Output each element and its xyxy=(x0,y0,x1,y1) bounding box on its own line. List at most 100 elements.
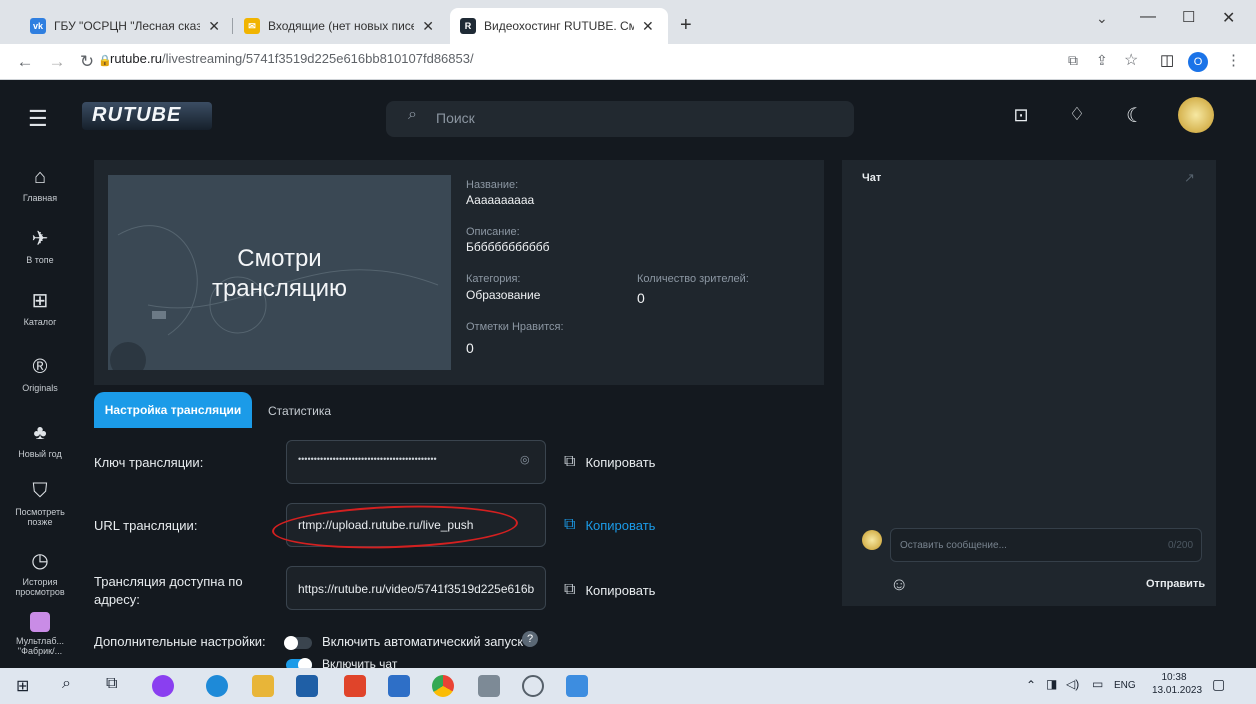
user-avatar[interactable] xyxy=(1178,97,1214,133)
logo-text: RUTUBE xyxy=(92,104,182,126)
tab-title: Входящие (нет новых писем) — xyxy=(268,19,415,33)
viewers-label: Количество зрителей: xyxy=(637,273,749,285)
browser-tab-2[interactable]: ✉ Входящие (нет новых писем) — ✕ xyxy=(234,8,444,44)
profile-avatar[interactable]: O xyxy=(1188,52,1208,72)
emoji-icon[interactable]: ☺ xyxy=(890,574,908,595)
new-tab-icon[interactable]: + xyxy=(680,14,692,37)
copy-address-button[interactable]: ⧉ Копировать xyxy=(564,581,655,599)
paint-icon[interactable] xyxy=(478,675,500,697)
stream-address-value: https://rutube.ru/video/5741f3519d225e61… xyxy=(298,582,535,596)
sidebar-item-originals[interactable]: ® Originals xyxy=(0,356,80,393)
copy-url-button[interactable]: ⧉ Копировать xyxy=(564,516,655,534)
poster-line-1: Смотри xyxy=(237,245,322,272)
copy-label: Копировать xyxy=(585,454,656,470)
sidebar-item-label: История просмотров xyxy=(15,577,65,597)
copy-label: Копировать xyxy=(585,517,656,533)
notifications-icon[interactable]: ▢ xyxy=(1212,676,1225,693)
name-label: Название: xyxy=(466,179,519,191)
sidebar-item-channel[interactable]: Мультлаб... "Фабрик/... xyxy=(0,612,80,656)
circle-app-icon[interactable] xyxy=(522,675,544,697)
menu-dots-icon[interactable]: ⋮ xyxy=(1226,51,1241,69)
copy-key-button[interactable]: ⧉ Копировать xyxy=(564,453,655,471)
volume-icon[interactable]: ◁) xyxy=(1066,677,1079,691)
clock[interactable]: 10:38 13.01.2023 xyxy=(1152,671,1203,697)
side-panel-icon[interactable]: ◫ xyxy=(1160,51,1174,69)
close-icon[interactable]: ✕ xyxy=(422,18,434,35)
sidebar-item-trending[interactable]: ✈ В топе xyxy=(0,226,80,265)
sidebar-item-label: Новый год xyxy=(18,449,62,459)
network-icon[interactable]: ◨ xyxy=(1046,677,1057,691)
description-label: Описание: xyxy=(466,226,520,238)
tab-search-icon[interactable]: ⌄ xyxy=(1096,10,1108,27)
rutube-logo[interactable]: RUTUBE xyxy=(82,98,222,134)
photos-icon[interactable] xyxy=(566,675,588,697)
minimize-icon[interactable]: — xyxy=(1140,8,1156,26)
forward-icon[interactable]: → xyxy=(46,52,68,72)
vk-icon: vk xyxy=(30,18,46,34)
search-icon: ⌕ xyxy=(408,106,417,123)
stream-url-label: URL трансляции: xyxy=(94,518,198,533)
alice-icon[interactable] xyxy=(152,675,174,697)
url-host: rutube.ru xyxy=(110,51,163,66)
task-view-icon[interactable]: ⧉ xyxy=(106,675,117,693)
explorer-icon[interactable] xyxy=(252,675,274,697)
rocket-icon: ✈ xyxy=(31,228,49,250)
chrome-icon[interactable] xyxy=(432,675,454,697)
sidebar-item-label: Каталог xyxy=(23,317,57,327)
sidebar-item-new-year[interactable]: ♣ Новый год xyxy=(0,422,80,459)
chat-title: Чат xyxy=(862,172,882,184)
tab-statistics[interactable]: Статистика xyxy=(268,404,331,418)
bookmark-star-icon[interactable]: ☆ xyxy=(1124,50,1138,70)
sidebar-item-catalog[interactable]: ⊞ Каталог xyxy=(0,288,80,327)
store-icon[interactable] xyxy=(296,675,318,697)
sidebar-item-watch-later[interactable]: ⛉ Посмотреть позже xyxy=(0,480,80,527)
close-icon[interactable]: ✕ xyxy=(208,18,220,35)
maximize-icon[interactable]: ☐ xyxy=(1182,8,1195,26)
reload-icon[interactable]: ↻ xyxy=(76,52,98,72)
browser-tab-1[interactable]: vk ГБУ "ОСРЦН "Лесная сказка" (г ✕ xyxy=(20,8,230,44)
back-icon[interactable]: ← xyxy=(14,52,36,72)
tree-icon: ♣ xyxy=(33,422,47,444)
browser-tab-3[interactable]: R Видеохостинг RUTUBE. Смотри ✕ xyxy=(450,8,668,44)
popout-icon[interactable]: ↗ xyxy=(1184,170,1195,186)
office-icon[interactable] xyxy=(344,675,366,697)
copy-icon: ⧉ xyxy=(564,453,576,470)
moon-icon[interactable]: ☾ xyxy=(1122,103,1148,128)
copy-icon: ⧉ xyxy=(564,581,576,598)
install-icon[interactable]: ⧉ xyxy=(1068,52,1078,69)
likes-value: 0 xyxy=(466,340,474,356)
help-icon[interactable]: ? xyxy=(522,631,538,647)
chat-placeholder: Оставить сообщение... xyxy=(900,540,1007,551)
tab-title: Видеохостинг RUTUBE. Смотри xyxy=(484,19,634,33)
language-indicator[interactable]: ENG xyxy=(1114,680,1136,691)
display-icon[interactable]: ▭ xyxy=(1092,677,1103,691)
upload-icon[interactable]: ⊡ xyxy=(1008,105,1034,126)
category-value: Образование xyxy=(466,288,541,302)
bell-icon[interactable]: ♢ xyxy=(1064,104,1090,125)
copy-label: Копировать xyxy=(585,582,656,598)
hamburger-icon[interactable]: ☰ xyxy=(28,106,48,132)
close-window-icon[interactable]: ✕ xyxy=(1222,8,1235,28)
windows-start-icon[interactable]: ⊞ xyxy=(16,676,29,696)
extra-settings-label: Дополнительные настройки: xyxy=(94,634,266,649)
grid-icon: ⊞ xyxy=(31,290,49,312)
poster-line-2: трансляцию xyxy=(211,275,348,302)
sidebar-item-history[interactable]: ◷ История просмотров xyxy=(0,548,80,597)
tab-stream-settings[interactable]: Настройка трансляции xyxy=(94,392,252,428)
sidebar-item-label: Главная xyxy=(22,193,58,203)
sidebar-item-home[interactable]: ⌂ Главная xyxy=(0,166,80,203)
send-button[interactable]: Отправить xyxy=(1146,578,1205,590)
clock-date: 13.01.2023 xyxy=(1152,685,1203,696)
autostart-label: Включить автоматический запуск xyxy=(322,634,524,649)
tray-chevron-icon[interactable]: ⌃ xyxy=(1026,678,1036,692)
share-icon[interactable]: ⇪ xyxy=(1096,52,1108,69)
eye-off-icon[interactable]: ◎ xyxy=(520,453,530,466)
edge-icon[interactable] xyxy=(206,675,228,697)
url-field[interactable]: rutube.ru/livestreaming/5741f3519d225e61… xyxy=(110,51,474,66)
sidebar-item-label: Посмотреть позже xyxy=(15,507,65,527)
likes-label: Отметки Нравится: xyxy=(466,321,564,333)
mail-app-icon[interactable] xyxy=(388,675,410,697)
close-icon[interactable]: ✕ xyxy=(642,18,654,35)
sidebar-item-label: В топе xyxy=(26,255,54,265)
search-icon[interactable]: ⌕ xyxy=(62,675,71,693)
